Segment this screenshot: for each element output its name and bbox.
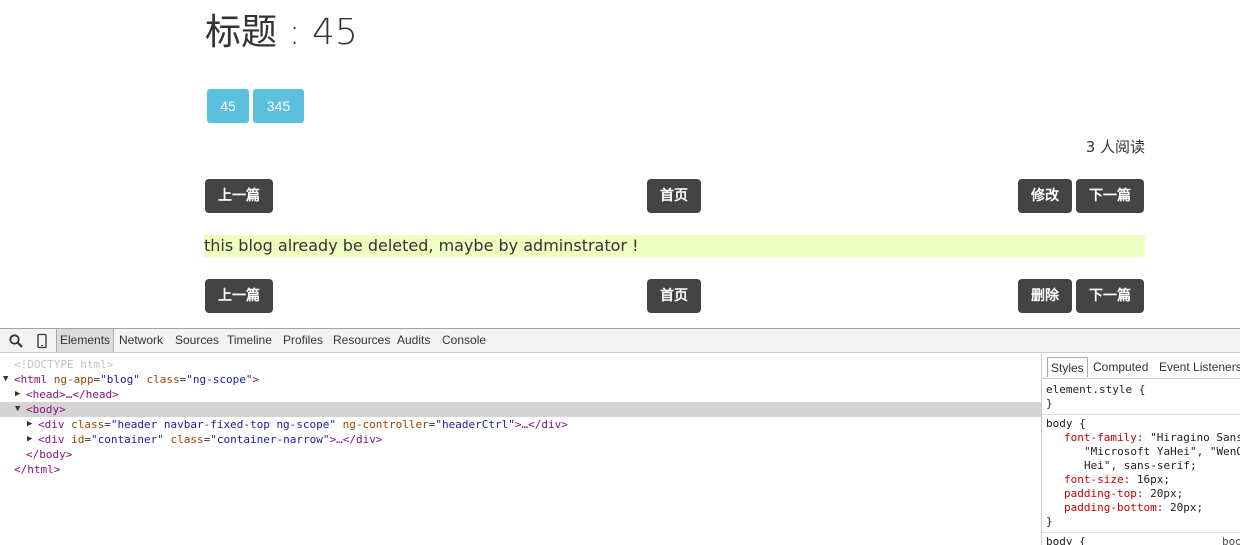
prev-post-button-top[interactable]: 上一篇 <box>205 179 273 213</box>
tab-computed[interactable]: Computed <box>1093 357 1148 377</box>
prop-name: font-size: <box>1064 473 1131 486</box>
collapsed-triangle-icon[interactable]: ▶ <box>27 417 32 432</box>
tag-close: > <box>252 373 260 386</box>
div-tag: <div <box>38 433 65 446</box>
expanded-triangle-icon[interactable]: ▼ <box>15 402 20 417</box>
rule-divider <box>1042 532 1240 533</box>
attr-value: "header navbar-fixed-top ng-scope" <box>110 418 337 431</box>
elements-dom-tree: <!DOCTYPE html> ▼ <html ng-app="blog" cl… <box>0 354 1041 545</box>
attr-value: "blog" <box>100 373 140 386</box>
attr-name: class <box>146 373 180 386</box>
tab-timeline[interactable]: Timeline <box>227 329 272 352</box>
styles-tabs: Styles Computed Event Listeners <box>1042 354 1240 379</box>
body-close-tag: </body> <box>26 448 73 461</box>
expanded-triangle-icon[interactable]: ▼ <box>3 372 8 387</box>
prop-name: padding-top: <box>1064 487 1144 500</box>
devtools-toolbar: Elements Network Sources Timeline Profil… <box>0 329 1240 353</box>
prop-name: padding-bottom: <box>1064 501 1164 514</box>
delete-button[interactable]: 删除 <box>1018 279 1072 313</box>
prev-post-button-bottom[interactable]: 上一篇 <box>205 279 273 313</box>
element-style-selector: element.style { <box>1046 383 1146 396</box>
tag-badge-345[interactable]: 345 <box>253 89 304 123</box>
font-family-cont: "Microsoft YaHei", "WenQ <box>1084 445 1240 458</box>
collapsed-triangle-icon[interactable]: ▶ <box>27 432 32 447</box>
attr-value: "container" <box>91 433 164 446</box>
attr-value: "container-narrow" <box>210 433 330 446</box>
prop-value: 20px; <box>1143 487 1184 500</box>
prop-value: 20px; <box>1163 501 1204 514</box>
next-rule-selector: body { <box>1046 535 1086 545</box>
home-button-top[interactable]: 首页 <box>647 179 701 213</box>
tab-sources[interactable]: Sources <box>175 329 219 352</box>
attr-value: "ng-scope" <box>186 373 253 386</box>
html-tag: <html <box>14 373 48 386</box>
padding-top-decl[interactable]: padding-top: 20px; <box>1064 487 1183 501</box>
next-post-button-bottom[interactable]: 下一篇 <box>1076 279 1144 313</box>
prop-value: "Hiragino Sans <box>1143 431 1240 444</box>
div-tag: <div <box>38 418 65 431</box>
home-button-bottom[interactable]: 首页 <box>647 279 701 313</box>
blog-page: 标题 : 45 45 345 3 人阅读 上一篇 首页 修改 下一篇 this … <box>0 0 1240 328</box>
attr-name: class <box>71 418 105 431</box>
doctype-text: <!DOCTYPE html> <box>14 358 114 371</box>
search-icon[interactable] <box>8 333 24 349</box>
tab-event-listeners[interactable]: Event Listeners <box>1159 357 1240 377</box>
attr-name: ng-controller <box>342 418 429 431</box>
dom-div-container-node[interactable]: ▶ <div id="container" class="container-n… <box>0 432 1041 447</box>
tag-badge-45[interactable]: 45 <box>207 89 249 123</box>
dom-body-node[interactable]: ▼ <body> <box>0 402 1041 417</box>
styles-pane: Styles Computed Event Listeners element.… <box>1041 354 1240 545</box>
font-family-decl[interactable]: font-family: "Hiragino Sans <box>1064 431 1240 445</box>
tab-console[interactable]: Console <box>442 329 486 352</box>
dom-doctype[interactable]: <!DOCTYPE html> <box>0 357 1041 372</box>
collapsed-triangle-icon[interactable]: ▶ <box>15 387 20 402</box>
body-rule-selector: body { <box>1046 417 1086 430</box>
deleted-notice: this blog already be deleted, maybe by a… <box>204 235 1145 257</box>
read-count: 3 人阅读 <box>1085 138 1145 156</box>
body-open-tag: <body> <box>26 403 66 416</box>
prop-value: 16px; <box>1130 473 1170 486</box>
div-close: >…</div> <box>329 433 383 446</box>
prop-name: font-family: <box>1064 431 1144 444</box>
devtools-panel: Elements Network Sources Timeline Profil… <box>0 328 1240 545</box>
rule-close-brace: } <box>1046 397 1053 410</box>
edit-button[interactable]: 修改 <box>1018 179 1072 213</box>
padding-bottom-decl[interactable]: padding-bottom: 20px; <box>1064 501 1203 515</box>
rule-close-brace: } <box>1046 515 1053 528</box>
attr-name: class <box>170 433 204 446</box>
tab-styles[interactable]: Styles <box>1047 357 1088 377</box>
device-mode-icon[interactable] <box>34 333 50 349</box>
rule-divider <box>1042 414 1240 415</box>
dom-html-node[interactable]: ▼ <html ng-app="blog" class="ng-scope"> <box>0 372 1041 387</box>
html-close-tag: </html> <box>14 463 61 476</box>
tab-elements[interactable]: Elements <box>56 329 115 352</box>
attr-name: ng-app <box>53 373 94 386</box>
dom-html-close[interactable]: </html> <box>0 462 1041 477</box>
dom-body-close[interactable]: </body> <box>0 447 1041 462</box>
tab-resources[interactable]: Resources <box>333 329 390 352</box>
dom-div-header-node[interactable]: ▶ <div class="header navbar-fixed-top ng… <box>0 417 1041 432</box>
font-size-decl[interactable]: font-size: 16px; <box>1064 473 1170 487</box>
font-family-cont: Hei", sans-serif; <box>1084 459 1197 472</box>
page-title: 标题 : 45 <box>205 12 358 53</box>
tab-profiles[interactable]: Profiles <box>283 329 323 352</box>
tab-network[interactable]: Network <box>119 329 163 352</box>
head-close-tag: </head> <box>72 388 119 401</box>
div-close: >…</div> <box>514 418 568 431</box>
rule-source-link[interactable]: boo <box>1222 535 1240 545</box>
tab-audits[interactable]: Audits <box>397 329 430 352</box>
attr-name: id <box>71 433 85 446</box>
dom-head-node[interactable]: ▶ <head>…</head> <box>0 387 1041 402</box>
next-post-button-top[interactable]: 下一篇 <box>1076 179 1144 213</box>
attr-value: "headerCtrl" <box>435 418 515 431</box>
head-open-tag: <head> <box>26 388 66 401</box>
